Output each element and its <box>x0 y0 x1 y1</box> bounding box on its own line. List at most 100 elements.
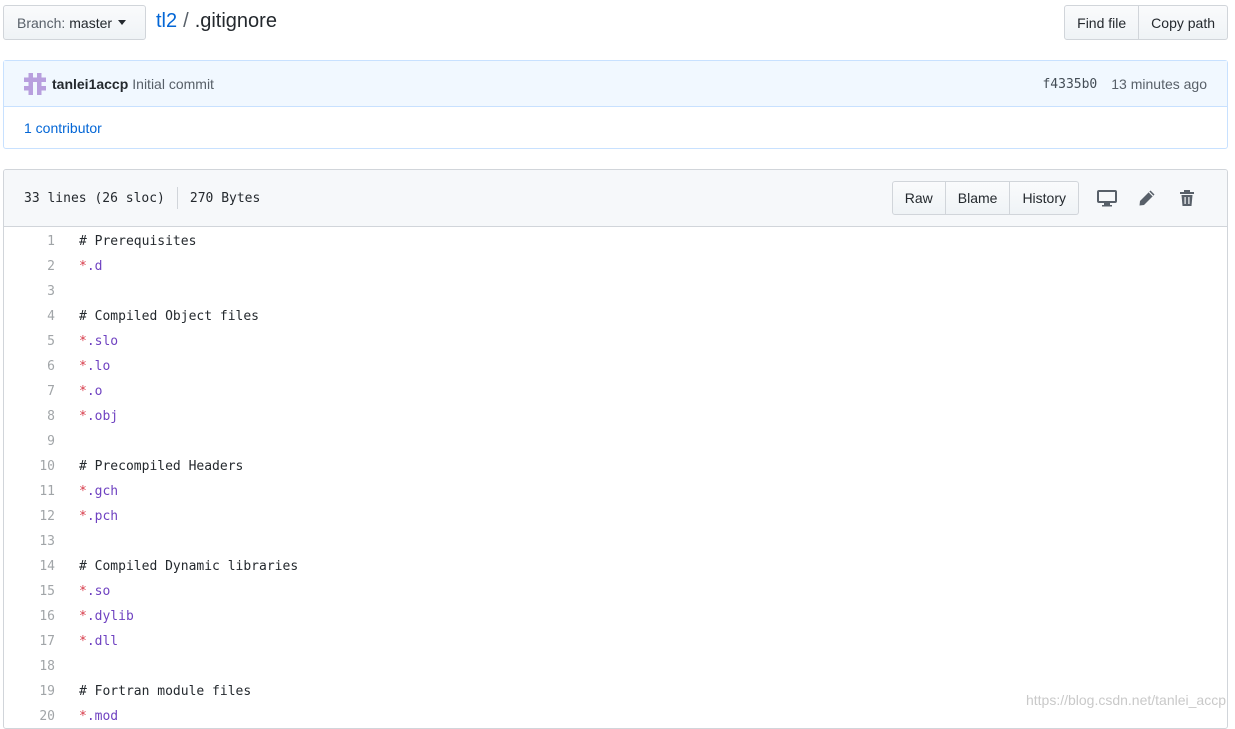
caret-down-icon <box>118 20 127 25</box>
line-number[interactable]: 12 <box>4 509 55 524</box>
file-view-button-group: Raw Blame History <box>891 181 1079 215</box>
code-line: 11 *.gch <box>4 479 1227 504</box>
copy-path-button[interactable]: Copy path <box>1139 5 1228 40</box>
line-number[interactable]: 3 <box>4 284 55 299</box>
code-line: 15 *.so <box>4 579 1227 604</box>
pattern-extension: .pch <box>86 509 119 524</box>
pattern-extension: .dylib <box>86 609 134 624</box>
line-number[interactable]: 16 <box>4 609 55 624</box>
code-line: 7 *.o <box>4 379 1227 404</box>
branch-label: Branch: <box>17 14 66 31</box>
line-content: *.gch <box>55 484 118 499</box>
contributors-row: 1 contributor <box>4 107 1227 149</box>
code-line: 8 *.obj <box>4 404 1227 429</box>
pattern-extension: .o <box>86 384 103 399</box>
code-line: 17 *.dll <box>4 629 1227 654</box>
pencil-icon[interactable] <box>1127 181 1167 215</box>
pattern-wildcard: * <box>79 584 87 599</box>
line-content: *.mod <box>55 709 118 724</box>
code-line: 13 <box>4 529 1227 554</box>
line-content: *.lo <box>55 359 110 374</box>
commit-tease: tanlei1accp Initial commit f4335b0 13 mi… <box>3 60 1228 149</box>
commit-message-link[interactable]: Initial commit <box>132 76 214 92</box>
commit-author-link[interactable]: tanlei1accp <box>52 76 128 92</box>
pattern-extension: .gch <box>86 484 119 499</box>
line-content: *.dll <box>55 634 118 649</box>
code-line: 2 *.d <box>4 254 1227 279</box>
code-line: 14 # Compiled Dynamic libraries <box>4 554 1227 579</box>
breadcrumb-repo-link[interactable]: tl2 <box>156 10 177 33</box>
line-content: *.so <box>55 584 110 599</box>
line-number[interactable]: 20 <box>4 709 55 724</box>
pattern-wildcard: * <box>79 259 87 274</box>
line-number[interactable]: 17 <box>4 634 55 649</box>
pattern-wildcard: * <box>79 609 87 624</box>
pattern-wildcard: * <box>79 634 87 649</box>
pattern-wildcard: * <box>79 334 87 349</box>
line-number[interactable]: 5 <box>4 334 55 349</box>
commit-sha-link[interactable]: f4335b0 <box>1042 77 1097 92</box>
code-line: 1 # Prerequisites <box>4 229 1227 254</box>
line-number[interactable]: 4 <box>4 309 55 324</box>
history-button[interactable]: History <box>1010 181 1079 215</box>
code-line: 3 <box>4 279 1227 304</box>
pattern-wildcard: * <box>79 484 87 499</box>
line-number[interactable]: 19 <box>4 684 55 699</box>
pattern-wildcard: * <box>79 509 87 524</box>
file-info: 33 lines (26 sloc) 270 Bytes <box>24 187 260 209</box>
file-navigation: Branch: master tl2 / .gitignore Find fil… <box>3 5 1228 40</box>
line-content: *.slo <box>55 334 118 349</box>
code-line: 10 # Precompiled Headers <box>4 454 1227 479</box>
line-number[interactable]: 7 <box>4 384 55 399</box>
avatar[interactable] <box>24 72 46 95</box>
desktop-icon[interactable] <box>1087 181 1127 215</box>
line-number[interactable]: 2 <box>4 259 55 274</box>
watermark: https://blog.csdn.net/tanlei_accp <box>1025 692 1226 708</box>
line-content: # Compiled Object files <box>79 309 260 324</box>
line-number[interactable]: 1 <box>4 234 55 249</box>
pattern-extension: .so <box>86 584 111 599</box>
code-line: 18 <box>4 654 1227 679</box>
pattern-extension: .dll <box>86 634 119 649</box>
trash-icon[interactable] <box>1167 181 1207 215</box>
line-content: # Compiled Dynamic libraries <box>79 559 299 574</box>
file-header: 33 lines (26 sloc) 270 Bytes Raw Blame H… <box>4 170 1227 227</box>
pattern-wildcard: * <box>79 409 87 424</box>
breadcrumb: tl2 / .gitignore <box>156 10 277 33</box>
code-line: 6 *.lo <box>4 354 1227 379</box>
line-number[interactable]: 13 <box>4 534 55 549</box>
line-number[interactable]: 15 <box>4 584 55 599</box>
commit-time: 13 minutes ago <box>1111 76 1207 92</box>
pattern-extension: .obj <box>86 409 119 424</box>
line-number[interactable]: 11 <box>4 484 55 499</box>
line-content: *.obj <box>55 409 118 424</box>
file-nav-button-group: Find file Copy path <box>1064 5 1228 40</box>
pattern-extension: .lo <box>86 359 111 374</box>
line-number[interactable]: 14 <box>4 559 55 574</box>
contributors-link[interactable]: 1 contributor <box>24 120 102 136</box>
code-line: 16 *.dylib <box>4 604 1227 629</box>
blame-button[interactable]: Blame <box>945 181 1011 215</box>
code-line: 5 *.slo <box>4 329 1227 354</box>
line-number[interactable]: 18 <box>4 659 55 674</box>
pattern-wildcard: * <box>79 359 87 374</box>
pattern-wildcard: * <box>79 384 87 399</box>
branch-name: master <box>69 14 113 31</box>
line-content: *.d <box>55 259 102 274</box>
latest-commit: tanlei1accp Initial commit f4335b0 13 mi… <box>4 61 1227 107</box>
raw-button[interactable]: Raw <box>891 181 946 215</box>
pattern-extension: .d <box>86 259 103 274</box>
line-content: *.pch <box>55 509 118 524</box>
branch-select-button[interactable]: Branch: master <box>3 5 146 40</box>
line-content: *.o <box>55 384 102 399</box>
file-info-divider <box>176 187 178 209</box>
line-number[interactable]: 8 <box>4 409 55 424</box>
breadcrumb-file: .gitignore <box>194 10 277 32</box>
file-lines-info: 33 lines (26 sloc) <box>24 190 165 206</box>
line-number[interactable]: 10 <box>4 459 55 474</box>
find-file-button[interactable]: Find file <box>1064 5 1140 40</box>
line-number[interactable]: 6 <box>4 359 55 374</box>
line-number[interactable]: 9 <box>4 434 55 449</box>
code-line: 9 <box>4 429 1227 454</box>
line-content: # Fortran module files <box>79 684 252 699</box>
